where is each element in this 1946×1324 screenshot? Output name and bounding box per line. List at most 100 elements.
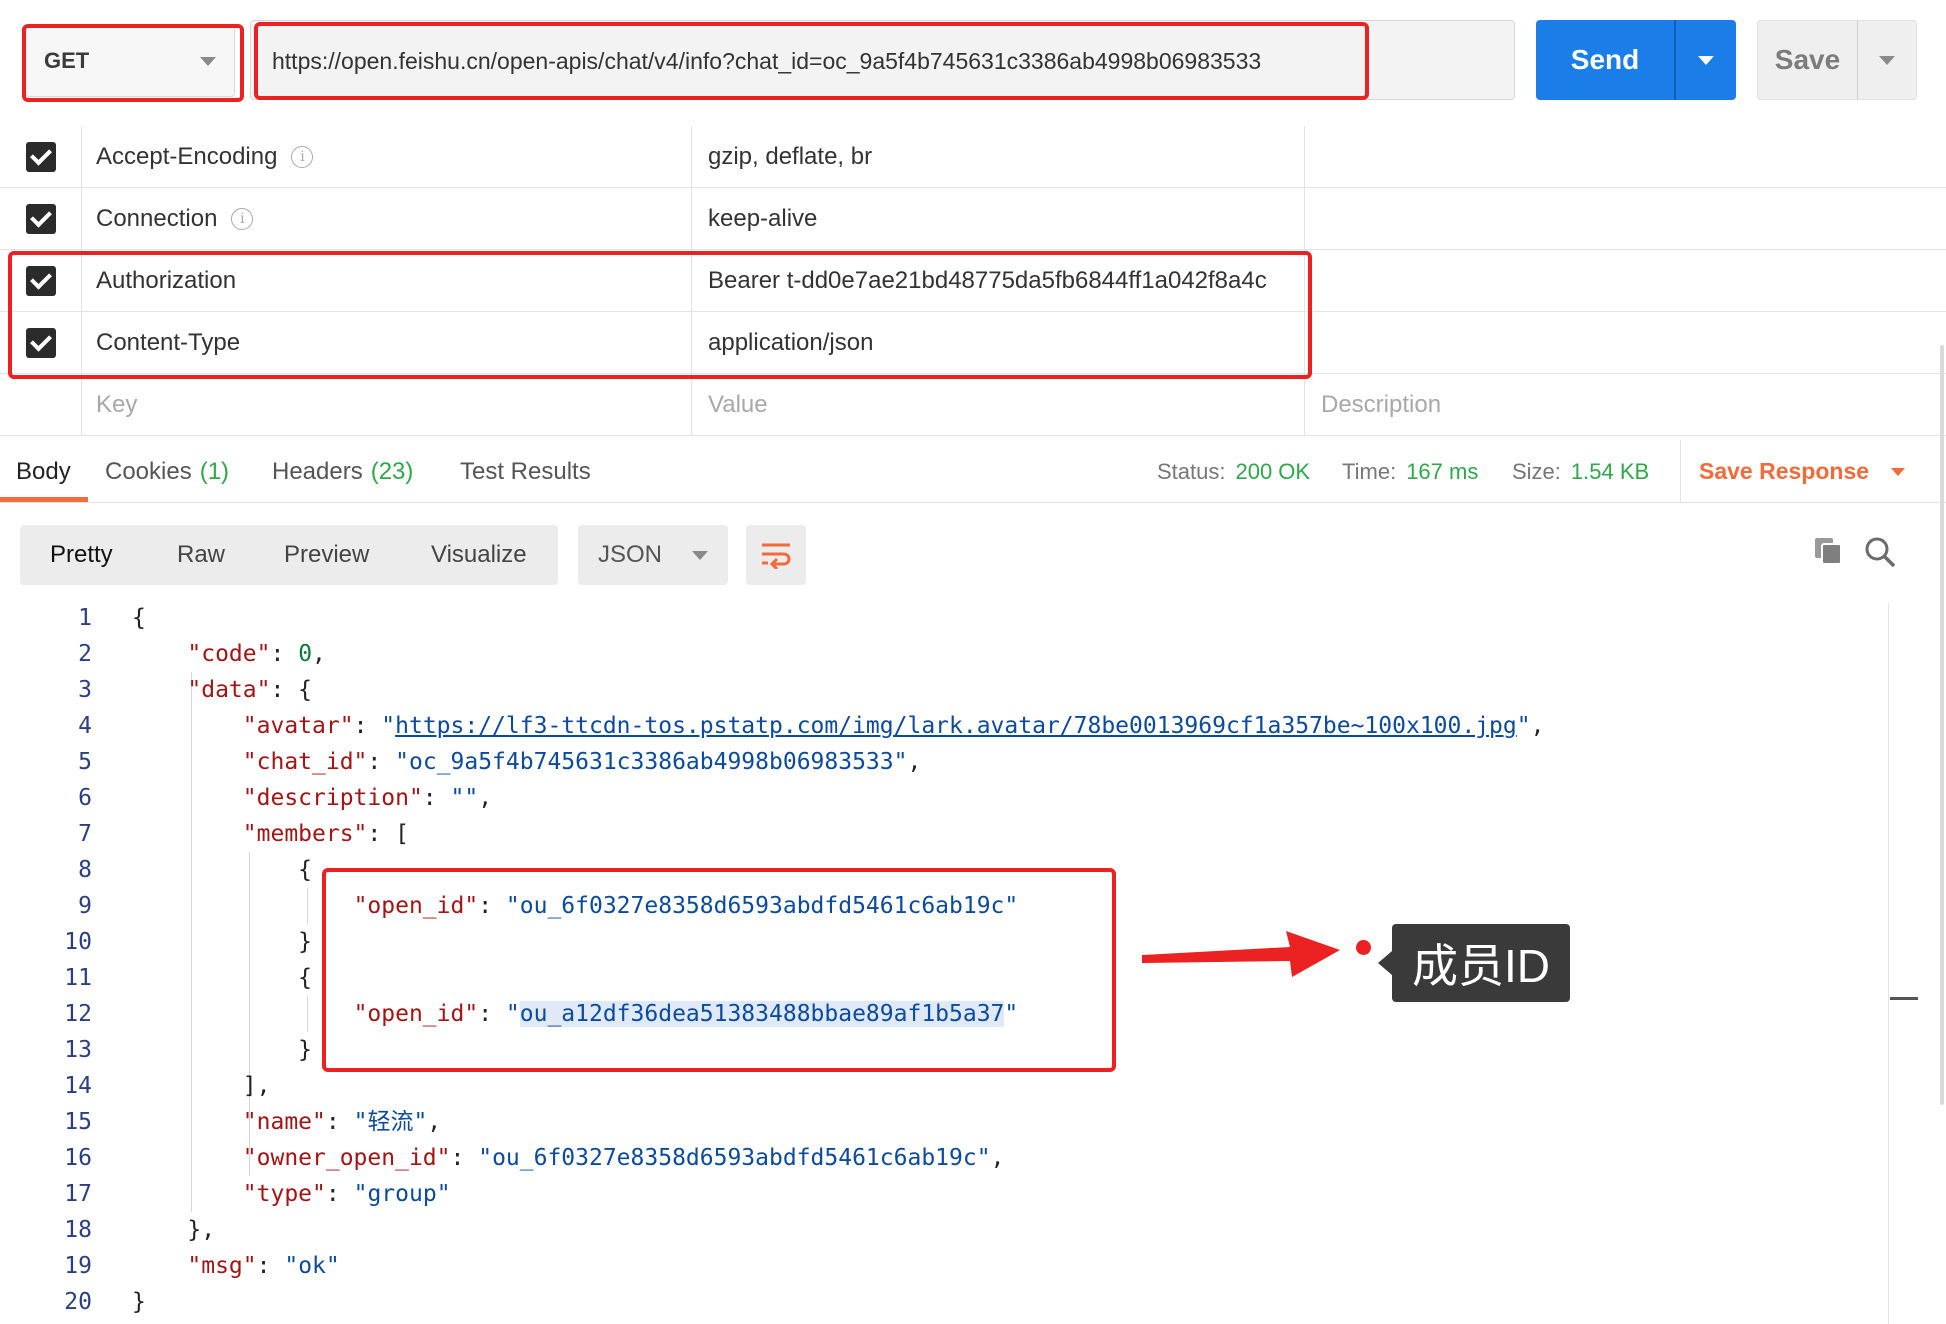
tab-cookies-label: Cookies bbox=[105, 457, 192, 485]
annotation-dot bbox=[1356, 940, 1371, 955]
format-label: JSON bbox=[598, 541, 663, 568]
table-row: Connection i keep-alive bbox=[0, 188, 1946, 250]
annotation-label: 成员ID bbox=[1392, 924, 1570, 1002]
arrow-icon bbox=[1142, 931, 1340, 977]
tab-headers[interactable]: Headers (23) bbox=[272, 440, 413, 503]
copy-icon[interactable] bbox=[1813, 536, 1843, 566]
line-number: 16 bbox=[64, 1145, 92, 1171]
minimap-track bbox=[1888, 603, 1889, 1324]
header-description[interactable] bbox=[1306, 250, 1946, 312]
json-avatar-link[interactable]: https://lf3-ttcdn-tos.pstatp.com/img/lar… bbox=[395, 713, 1517, 739]
cookies-count: (1) bbox=[199, 457, 230, 485]
tab-body[interactable]: Body bbox=[16, 440, 71, 503]
header-key-text: Accept-Encoding bbox=[96, 143, 278, 170]
line-number: 10 bbox=[64, 929, 92, 955]
code-line: 18 }, bbox=[0, 1212, 1890, 1248]
line-number: 17 bbox=[64, 1181, 92, 1207]
chevron-down-icon bbox=[1891, 467, 1906, 476]
header-value[interactable]: gzip, deflate, br bbox=[693, 126, 1305, 188]
header-description[interactable] bbox=[1306, 312, 1946, 374]
view-raw[interactable]: Raw bbox=[177, 525, 225, 585]
line-number: 9 bbox=[78, 893, 92, 919]
header-description[interactable] bbox=[1306, 126, 1946, 188]
code-line: 5 "chat_id": "oc_9a5f4b745631c3386ab4998… bbox=[0, 744, 1890, 780]
send-options-button[interactable] bbox=[1676, 20, 1736, 100]
new-description-input[interactable]: Description bbox=[1306, 374, 1946, 436]
line-number: 13 bbox=[64, 1037, 92, 1063]
line-number: 7 bbox=[78, 821, 92, 847]
new-key-input[interactable]: Key bbox=[96, 374, 692, 436]
tab-test-results[interactable]: Test Results bbox=[460, 440, 591, 503]
view-pretty[interactable]: Pretty bbox=[50, 525, 113, 585]
status-label: Status: bbox=[1157, 458, 1226, 484]
tab-cookies[interactable]: Cookies (1) bbox=[105, 440, 229, 503]
highlight-method bbox=[22, 24, 244, 102]
scrollbar[interactable] bbox=[1940, 345, 1944, 1105]
annotation-pointer bbox=[1378, 951, 1392, 975]
code-line: 1{ bbox=[0, 600, 1890, 636]
status-value: 200 OK bbox=[1235, 458, 1311, 484]
save-button[interactable]: Save bbox=[1757, 20, 1917, 100]
chevron-down-icon bbox=[692, 550, 709, 560]
table-row: Accept-Encoding i gzip, deflate, br bbox=[0, 126, 1946, 188]
save-label: Save bbox=[1758, 21, 1858, 99]
line-number: 18 bbox=[64, 1217, 92, 1243]
header-key[interactable]: Accept-Encoding i bbox=[96, 126, 692, 188]
view-visualize[interactable]: Visualize bbox=[431, 525, 527, 585]
chevron-down-icon bbox=[1698, 55, 1714, 65]
table-row-new: Key Value Description bbox=[0, 374, 1946, 436]
minimap-marker[interactable] bbox=[1890, 997, 1918, 1000]
json-name: 轻流 bbox=[367, 1109, 414, 1135]
code-line: 15 "name": "轻流", bbox=[0, 1104, 1890, 1140]
size-label: Size: bbox=[1512, 458, 1561, 484]
response-tabs: Body Cookies (1) Headers (23) Test Results… bbox=[0, 440, 1946, 503]
wrap-lines-button[interactable] bbox=[746, 525, 806, 585]
format-select[interactable]: JSON bbox=[578, 525, 728, 585]
code-line: 20} bbox=[0, 1284, 1890, 1320]
header-enable-cell bbox=[0, 374, 82, 436]
view-preview[interactable]: Preview bbox=[284, 525, 369, 585]
active-tab-indicator bbox=[0, 497, 88, 502]
line-number: 11 bbox=[64, 965, 92, 991]
checkbox-icon[interactable] bbox=[25, 204, 56, 234]
code-line: 6 "description": "", bbox=[0, 780, 1890, 816]
send-button[interactable]: Send bbox=[1536, 20, 1736, 100]
highlight-members bbox=[322, 868, 1116, 1072]
code-line: 17 "type": "group" bbox=[0, 1176, 1890, 1212]
time-label: Time: bbox=[1342, 458, 1397, 484]
send-label: Send bbox=[1536, 20, 1676, 100]
header-enable-cell bbox=[0, 126, 82, 188]
code-line: 4 "avatar": "https://lf3-ttcdn-tos.pstat… bbox=[0, 708, 1890, 744]
chevron-down-icon bbox=[1879, 55, 1895, 65]
line-number: 4 bbox=[78, 713, 92, 739]
header-description[interactable] bbox=[1306, 188, 1946, 250]
json-type: group bbox=[367, 1181, 437, 1207]
code-line: 14 ], bbox=[0, 1068, 1890, 1104]
save-options-button[interactable] bbox=[1858, 21, 1916, 99]
code-line: 7 "members": [ bbox=[0, 816, 1890, 852]
line-number: 20 bbox=[64, 1289, 92, 1315]
status-readout: Status: 200 OK bbox=[1157, 440, 1310, 503]
header-value[interactable]: keep-alive bbox=[693, 188, 1305, 250]
headers-count: (23) bbox=[370, 457, 414, 485]
info-icon[interactable]: i bbox=[291, 146, 314, 168]
size-readout: Size: 1.54 KB bbox=[1512, 440, 1649, 503]
checkbox-icon[interactable] bbox=[25, 142, 56, 172]
info-icon[interactable]: i bbox=[231, 208, 254, 230]
line-number: 19 bbox=[64, 1253, 92, 1279]
search-icon[interactable] bbox=[1864, 536, 1896, 568]
line-number: 12 bbox=[64, 1001, 92, 1027]
line-number: 8 bbox=[78, 857, 92, 883]
json-owner-open-id: ou_6f0327e8358d6593abdfd5461c6ab19c bbox=[492, 1145, 977, 1171]
line-number: 6 bbox=[78, 785, 92, 811]
json-code: 0 bbox=[298, 641, 313, 667]
new-value-input[interactable]: Value bbox=[693, 374, 1305, 436]
save-response-button[interactable]: Save Response bbox=[1680, 440, 1906, 503]
code-line: 16 "owner_open_id": "ou_6f0327e8358d6593… bbox=[0, 1140, 1890, 1176]
line-number: 3 bbox=[78, 677, 92, 703]
size-value: 1.54 KB bbox=[1570, 458, 1650, 484]
json-chat-id: oc_9a5f4b745631c3386ab4998b06983533 bbox=[408, 749, 894, 775]
header-key[interactable]: Connection i bbox=[96, 188, 692, 250]
code-line: 19 "msg": "ok" bbox=[0, 1248, 1890, 1284]
line-number: 14 bbox=[64, 1073, 92, 1099]
